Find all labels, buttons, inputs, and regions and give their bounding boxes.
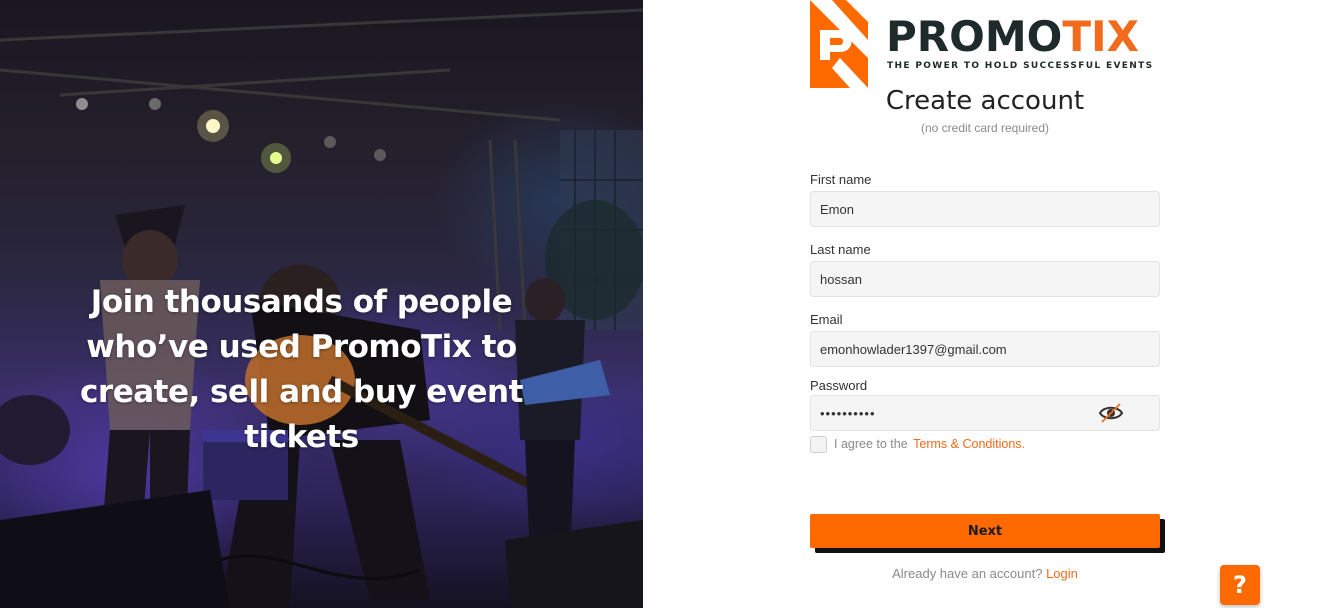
brand-name-accent: TIX [1062, 12, 1139, 61]
brand-name-dark: PROMO [886, 12, 1063, 61]
password-label: Password [810, 378, 868, 393]
first-name-label: First name [810, 172, 872, 187]
login-prompt-text: Already have an account? [892, 566, 1043, 581]
last-name-label: Last name [810, 242, 871, 257]
login-link[interactable]: Login [1046, 566, 1078, 581]
brand-wordmark: PROMOTIX [886, 12, 1139, 62]
email-label: Email [810, 312, 843, 327]
login-prompt: Already have an account? Login [810, 566, 1160, 581]
email-field[interactable] [810, 331, 1160, 367]
page-subtitle: (no credit card required) [920, 121, 1050, 135]
next-button[interactable]: Next [810, 514, 1160, 548]
terms-link[interactable]: Terms & Conditions. [913, 437, 1025, 451]
page-title: Create account [885, 86, 1085, 116]
promotix-logo[interactable]: PROMOTIX THE POWER TO HOLD SUCCESSFUL EV… [810, 0, 1162, 88]
eye-slash-icon[interactable] [1098, 402, 1124, 424]
hero-headline: Join thousands of people who’ve used Pro… [80, 284, 523, 455]
last-name-field[interactable] [810, 261, 1160, 297]
hero-panel: Join thousands of people who’ve used Pro… [0, 0, 643, 608]
terms-prefix: I agree to the [834, 437, 908, 451]
brand-tagline: THE POWER TO HOLD SUCCESSFUL EVENTS [887, 61, 1154, 71]
terms-checkbox[interactable] [810, 436, 827, 453]
promotix-mark-icon [810, 0, 868, 88]
help-button[interactable]: ? [1220, 565, 1260, 605]
terms-text: I agree to the Terms & Conditions. [834, 437, 1025, 451]
first-name-field[interactable] [810, 191, 1160, 227]
